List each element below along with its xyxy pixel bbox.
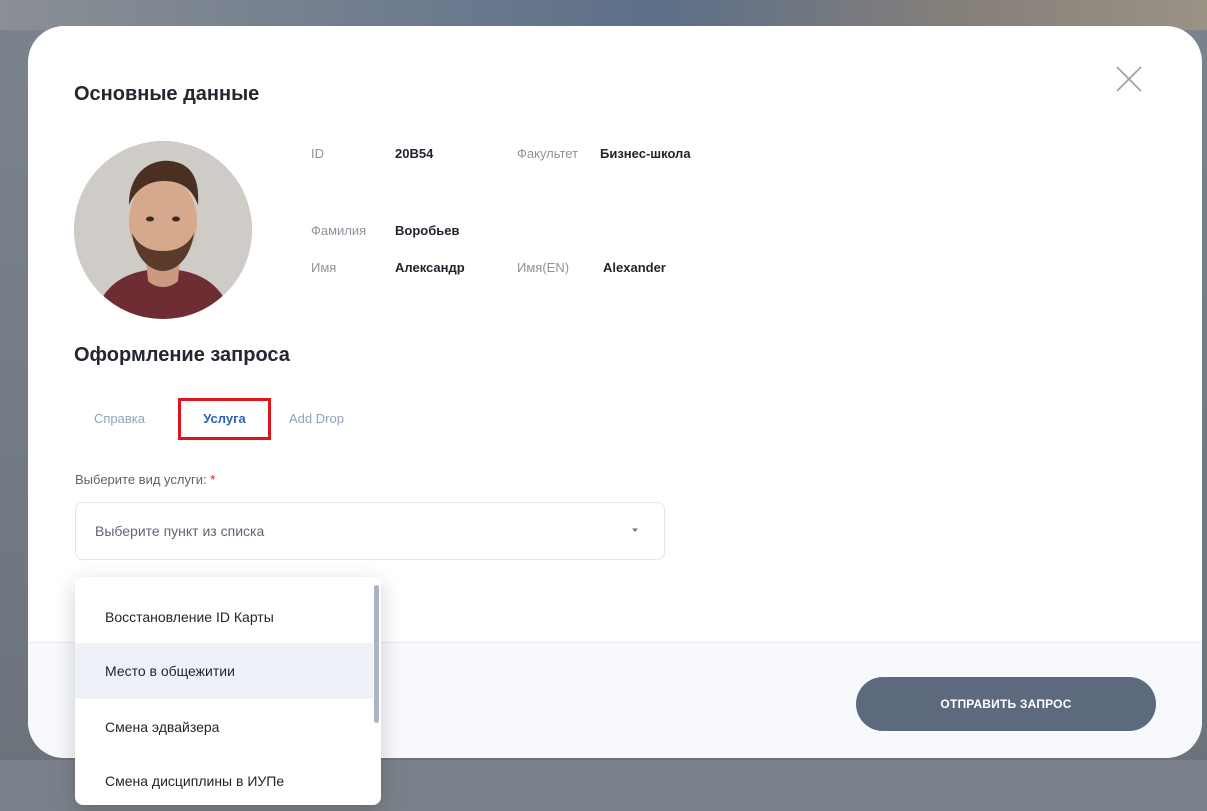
name-en-label: Имя(EN) — [517, 260, 570, 275]
name-en-value: Alexander — [603, 260, 666, 275]
name-value: Александр — [395, 260, 465, 275]
main-data-title: Основные данные — [74, 83, 260, 105]
close-icon[interactable] — [1114, 64, 1144, 94]
dropdown-option-discipline[interactable]: Смена дисциплины в ИУПе — [75, 753, 373, 805]
faculty-value: Бизнес-школа — [600, 146, 691, 161]
name-label: Имя — [311, 260, 337, 275]
user-avatar — [74, 141, 252, 319]
tab-add-drop[interactable]: Add Drop — [289, 398, 344, 440]
required-mark: * — [210, 472, 216, 487]
service-select[interactable]: Выберите пункт из списка — [75, 502, 665, 560]
faculty-label: Факультет — [517, 146, 579, 161]
surname-label: Фамилия — [311, 223, 367, 238]
request-section-title: Оформление запроса — [74, 344, 290, 366]
tab-certificate[interactable]: Справка — [94, 398, 145, 440]
dropdown-scrollbar[interactable] — [374, 585, 379, 723]
caret-down-icon — [632, 528, 638, 532]
submit-request-button[interactable]: ОТПРАВИТЬ ЗАПРОС — [856, 677, 1156, 731]
service-field-label: Выберите вид услуги: * — [75, 472, 215, 487]
dropdown-option-id-card[interactable]: Восстановление ID Карты — [75, 589, 373, 645]
surname-value: Воробьев — [395, 223, 460, 238]
tab-service[interactable]: Услуга — [178, 398, 271, 440]
dropdown-option-advisor[interactable]: Смена эдвайзера — [75, 699, 373, 755]
id-value: 20B54 — [395, 146, 434, 161]
service-field-label-text: Выберите вид услуги: — [75, 472, 207, 487]
service-dropdown-menu: Восстановление ID Карты Место в общежити… — [75, 577, 381, 805]
dropdown-option-dormitory[interactable]: Место в общежитии — [75, 643, 373, 699]
id-label: ID — [311, 146, 324, 161]
service-select-placeholder: Выберите пункт из списка — [95, 523, 265, 539]
